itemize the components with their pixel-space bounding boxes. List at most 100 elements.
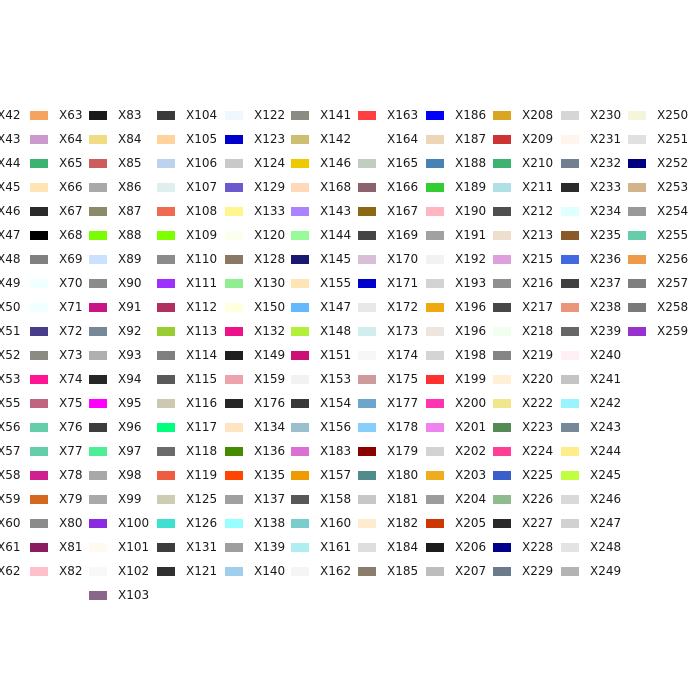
legend-swatch (426, 327, 444, 336)
legend-label: X258 (657, 300, 689, 314)
legend-label-cut: X51 (0, 324, 21, 338)
legend-swatch (358, 375, 376, 384)
legend-swatch (561, 351, 579, 360)
legend-swatch (30, 207, 48, 216)
legend-label: X122 (254, 108, 286, 122)
legend-label: X163 (387, 108, 419, 122)
legend-swatch (628, 207, 646, 216)
legend-swatch (30, 159, 48, 168)
legend-label: X96 (118, 420, 142, 434)
legend-swatch (561, 327, 579, 336)
legend-swatch (628, 279, 646, 288)
legend-label: X83 (118, 108, 142, 122)
legend-swatch (30, 135, 48, 144)
legend-swatch (89, 207, 107, 216)
legend-label: X94 (118, 372, 142, 386)
legend-label: X82 (59, 564, 83, 578)
legend-swatch (561, 159, 579, 168)
legend-swatch (628, 183, 646, 192)
legend-swatch (291, 495, 309, 504)
legend-label: X165 (387, 156, 419, 170)
legend-label: X159 (254, 372, 286, 386)
legend-label-cut: X55 (0, 396, 21, 410)
legend-label: X68 (59, 228, 83, 242)
legend-label: X170 (387, 252, 419, 266)
legend-label: X113 (186, 324, 218, 338)
legend-swatch (30, 495, 48, 504)
legend-swatch (30, 303, 48, 312)
legend-label: X72 (59, 324, 83, 338)
legend-label: X87 (118, 204, 142, 218)
legend-swatch (426, 111, 444, 120)
legend-swatch (30, 543, 48, 552)
legend-label: X181 (387, 492, 419, 506)
legend-label: X101 (118, 540, 150, 554)
legend-label: X121 (186, 564, 218, 578)
legend-label: X182 (387, 516, 419, 530)
legend-label: X232 (590, 156, 622, 170)
legend-label: X143 (320, 204, 352, 218)
legend-swatch (561, 423, 579, 432)
legend-label: X103 (118, 588, 150, 602)
legend-swatch (89, 351, 107, 360)
legend-label: X64 (59, 132, 83, 146)
legend-swatch (628, 231, 646, 240)
legend-label: X88 (118, 228, 142, 242)
legend-swatch (291, 543, 309, 552)
legend-swatch (291, 183, 309, 192)
legend-swatch (493, 231, 511, 240)
legend-label: X67 (59, 204, 83, 218)
legend-label: X224 (522, 444, 554, 458)
legend-swatch (358, 279, 376, 288)
legend-label: X249 (590, 564, 622, 578)
legend-label: X73 (59, 348, 83, 362)
legend-swatch (291, 399, 309, 408)
legend-swatch (89, 279, 107, 288)
legend-label: X183 (320, 444, 352, 458)
legend-label-cut: X48 (0, 252, 21, 266)
legend-swatch (561, 135, 579, 144)
legend-swatch (291, 471, 309, 480)
legend-swatch (426, 159, 444, 168)
legend-label: X99 (118, 492, 142, 506)
legend-swatch (561, 399, 579, 408)
legend-label: X212 (522, 204, 554, 218)
legend-label: X142 (320, 132, 352, 146)
legend-swatch (493, 375, 511, 384)
legend-swatch (89, 495, 107, 504)
legend-label: X140 (254, 564, 286, 578)
legend-label: X108 (186, 204, 218, 218)
legend-label: X223 (522, 420, 554, 434)
legend-label: X184 (387, 540, 419, 554)
legend-label: X86 (118, 180, 142, 194)
legend-label: X145 (320, 252, 352, 266)
legend-swatch (157, 543, 175, 552)
legend-swatch (291, 351, 309, 360)
legend-label: X97 (118, 444, 142, 458)
legend-label-cut: X62 (0, 564, 21, 578)
legend-swatch (157, 351, 175, 360)
legend-label: X75 (59, 396, 83, 410)
legend-swatch (426, 495, 444, 504)
legend-label-cut: X52 (0, 348, 21, 362)
legend-label: X177 (387, 396, 419, 410)
legend-label: X66 (59, 180, 83, 194)
legend-label: X80 (59, 516, 83, 530)
legend-label: X157 (320, 468, 352, 482)
legend-swatch (225, 111, 243, 120)
legend-swatch (225, 231, 243, 240)
legend-swatch (225, 135, 243, 144)
legend-label: X206 (455, 540, 487, 554)
legend-label: X203 (455, 468, 487, 482)
legend-swatch (291, 423, 309, 432)
legend-label: X253 (657, 180, 689, 194)
legend-swatch (89, 591, 107, 600)
legend-swatch (561, 255, 579, 264)
legend-label: X95 (118, 396, 142, 410)
legend-label-cut: X45 (0, 180, 21, 194)
legend-label: X211 (522, 180, 554, 194)
legend-swatch (291, 135, 309, 144)
legend-label: X213 (522, 228, 554, 242)
legend-label: X192 (455, 252, 487, 266)
legend-swatch (30, 519, 48, 528)
